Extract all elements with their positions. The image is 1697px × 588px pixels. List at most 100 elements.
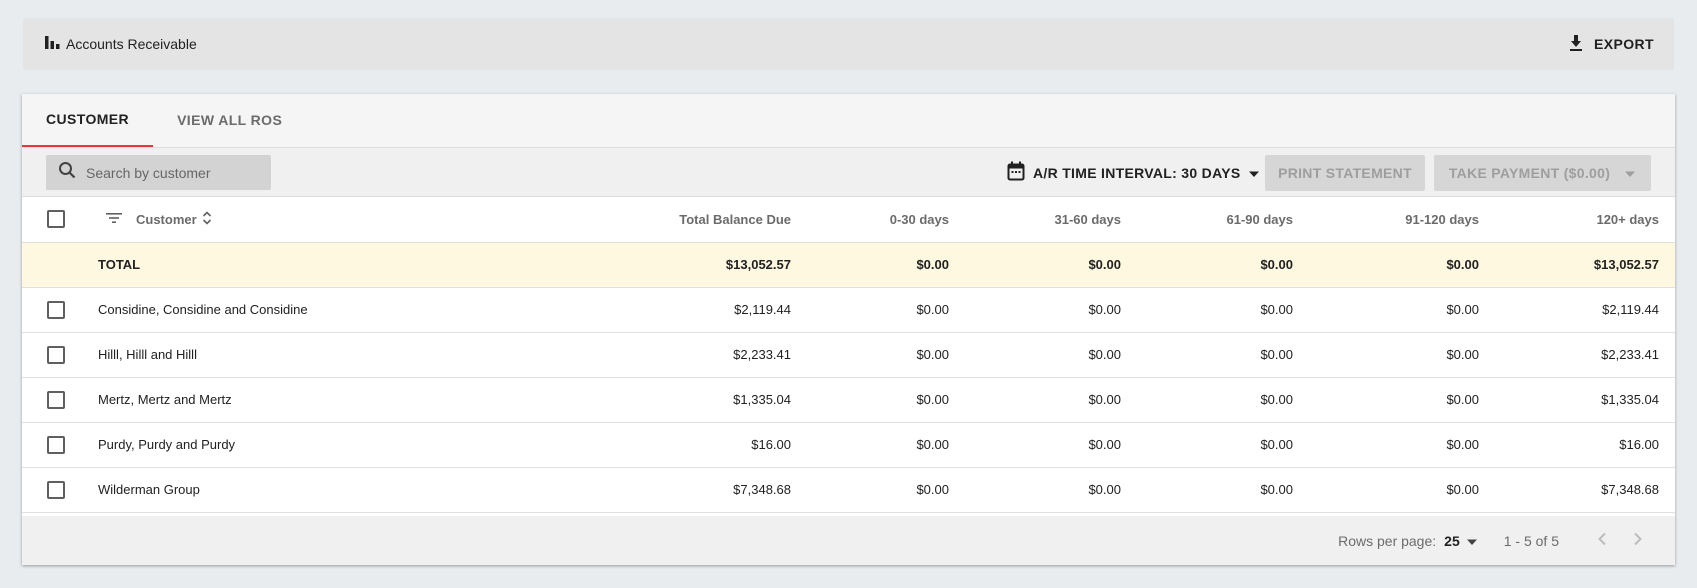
days-31-60-cell: $0.00 xyxy=(1088,302,1121,317)
days-91-120-cell: $0.00 xyxy=(1446,347,1479,362)
tab-view-all-ros[interactable]: VIEW ALL ROS xyxy=(153,94,306,147)
days-91-120-cell: $0.00 xyxy=(1446,482,1479,497)
toolbar: A/R TIME INTERVAL: 30 DAYS PRINT STATEME… xyxy=(22,148,1675,197)
days-120-plus-cell: $1,335.04 xyxy=(1601,392,1659,407)
customer-name: Hilll, Hilll and Hilll xyxy=(98,347,197,362)
table-row[interactable]: Mertz, Mertz and Mertz $1,335.04 $0.00 $… xyxy=(22,377,1675,422)
table-header-row: Customer Total Balance Due 0-30 days 31-… xyxy=(22,197,1675,243)
row-checkbox-cell xyxy=(22,377,90,422)
rows-per-page-value: 25 xyxy=(1444,532,1460,549)
total-0-30-value: $0.00 xyxy=(916,257,949,272)
days-0-30-cell: $0.00 xyxy=(916,482,949,497)
tab-bar: CUSTOMER VIEW ALL ROS xyxy=(22,94,1675,148)
days-120-plus-cell: $2,233.41 xyxy=(1601,347,1659,362)
balance-cell: $7,348.68 xyxy=(733,482,791,497)
days-0-30-cell: $0.00 xyxy=(916,347,949,362)
customer-column-label: Customer xyxy=(136,211,197,227)
table-row[interactable]: Considine, Considine and Considine $2,11… xyxy=(22,287,1675,332)
balance-cell: $1,335.04 xyxy=(733,392,791,407)
rows-per-page-label: Rows per page: xyxy=(1338,532,1437,549)
table-row[interactable]: Wilderman Group $7,348.68 $0.00 $0.00 $0… xyxy=(22,467,1675,512)
days-31-60-cell: $0.00 xyxy=(1088,482,1121,497)
column-header-0-30: 0-30 days xyxy=(807,197,965,243)
column-header-120-plus: 120+ days xyxy=(1495,197,1675,243)
total-balance-value: $13,052.57 xyxy=(725,257,791,272)
balance-cell: $2,119.44 xyxy=(734,302,791,317)
table-pagination: Rows per page: 25 1 - 5 of 5 xyxy=(22,516,1675,565)
rows-per-page-select[interactable]: 25 xyxy=(1436,533,1478,549)
row-checkbox-cell xyxy=(22,422,90,467)
days-0-30-cell: $0.00 xyxy=(916,437,949,452)
interval-label: A/R TIME INTERVAL: 30 DAYS xyxy=(1033,164,1241,181)
row-checkbox[interactable] xyxy=(47,480,65,499)
export-label: EXPORT xyxy=(1594,36,1654,52)
print-statement-button[interactable]: PRINT STATEMENT xyxy=(1265,155,1425,191)
days-61-90-cell: $0.00 xyxy=(1260,437,1293,452)
column-header-61-90: 61-90 days xyxy=(1137,197,1309,243)
column-header-customer[interactable]: Customer xyxy=(90,197,570,243)
row-checkbox-cell xyxy=(22,287,90,332)
filter-icon[interactable] xyxy=(105,211,123,228)
export-button[interactable]: EXPORT xyxy=(1568,28,1654,61)
days-120-plus-cell: $7,348.68 xyxy=(1601,482,1659,497)
arrow-drop-down-icon xyxy=(1624,165,1636,181)
days-0-30-cell: $0.00 xyxy=(916,302,949,317)
days-120-plus-cell: $16.00 xyxy=(1619,437,1659,452)
total-row: TOTAL $13,052.57 $0.00 $0.00 $0.00 $0.00… xyxy=(22,242,1675,287)
download-icon xyxy=(1568,34,1584,55)
balance-cell: $2,233.41 xyxy=(733,347,791,362)
days-61-90-cell: $0.00 xyxy=(1260,392,1293,407)
tab-customer[interactable]: CUSTOMER xyxy=(22,94,154,147)
column-header-91-120: 91-120 days xyxy=(1309,197,1495,243)
take-payment-label: TAKE PAYMENT ($0.00) xyxy=(1448,165,1611,181)
search-input[interactable] xyxy=(84,163,258,182)
days-0-30-cell: $0.00 xyxy=(916,392,949,407)
total-120-plus-value: $13,052.57 xyxy=(1593,257,1659,272)
bar-chart-icon xyxy=(43,33,61,56)
days-31-60-cell: $0.00 xyxy=(1088,392,1121,407)
balance-cell: $16.00 xyxy=(751,437,791,452)
sort-icon[interactable] xyxy=(202,210,212,229)
chevron-left-icon xyxy=(1597,532,1607,549)
days-61-90-cell: $0.00 xyxy=(1260,347,1293,362)
pagination-range: 1 - 5 of 5 xyxy=(1503,532,1559,549)
customer-name: Considine, Considine and Considine xyxy=(98,302,308,317)
table-row[interactable]: Purdy, Purdy and Purdy $16.00 $0.00 $0.0… xyxy=(22,422,1675,467)
column-header-total-balance: Total Balance Due xyxy=(570,197,807,243)
take-payment-button[interactable]: TAKE PAYMENT ($0.00) xyxy=(1434,155,1651,191)
previous-page-button[interactable] xyxy=(1591,532,1613,549)
calendar-icon xyxy=(1007,161,1025,184)
select-all-checkbox[interactable] xyxy=(47,210,65,229)
row-checkbox-cell xyxy=(22,467,90,512)
days-31-60-cell: $0.00 xyxy=(1088,347,1121,362)
row-checkbox[interactable] xyxy=(47,300,65,319)
search-box xyxy=(46,155,271,190)
total-91-120-value: $0.00 xyxy=(1446,257,1479,272)
ar-table: Customer Total Balance Due 0-30 days 31-… xyxy=(22,197,1675,513)
customer-name: Mertz, Mertz and Mertz xyxy=(98,392,232,407)
arrow-drop-down-icon xyxy=(1248,165,1260,181)
ar-time-interval-select[interactable]: A/R TIME INTERVAL: 30 DAYS xyxy=(1007,155,1260,190)
days-91-120-cell: $0.00 xyxy=(1446,302,1479,317)
row-checkbox[interactable] xyxy=(47,390,65,409)
total-61-90-value: $0.00 xyxy=(1260,257,1293,272)
header-checkbox-cell xyxy=(22,197,90,243)
total-31-60-value: $0.00 xyxy=(1088,257,1121,272)
days-120-plus-cell: $2,119.44 xyxy=(1602,302,1659,317)
days-61-90-cell: $0.00 xyxy=(1260,482,1293,497)
customer-name: Purdy, Purdy and Purdy xyxy=(98,437,236,452)
days-61-90-cell: $0.00 xyxy=(1260,302,1293,317)
customer-name: Wilderman Group xyxy=(98,482,200,497)
table-row[interactable]: Hilll, Hilll and Hilll $2,233.41 $0.00 $… xyxy=(22,332,1675,377)
total-checkbox-cell xyxy=(22,242,90,287)
app-header: Accounts Receivable EXPORT xyxy=(23,18,1674,70)
row-checkbox[interactable] xyxy=(47,435,65,454)
row-checkbox-cell xyxy=(22,332,90,377)
row-checkbox[interactable] xyxy=(47,345,65,364)
ar-card: CUSTOMER VIEW ALL ROS A/R TIME INTERVAL:… xyxy=(22,94,1675,565)
next-page-button[interactable] xyxy=(1627,532,1649,549)
page-title: Accounts Receivable xyxy=(66,36,197,52)
arrow-drop-down-icon xyxy=(1466,533,1478,549)
days-91-120-cell: $0.00 xyxy=(1446,392,1479,407)
days-91-120-cell: $0.00 xyxy=(1446,437,1479,452)
